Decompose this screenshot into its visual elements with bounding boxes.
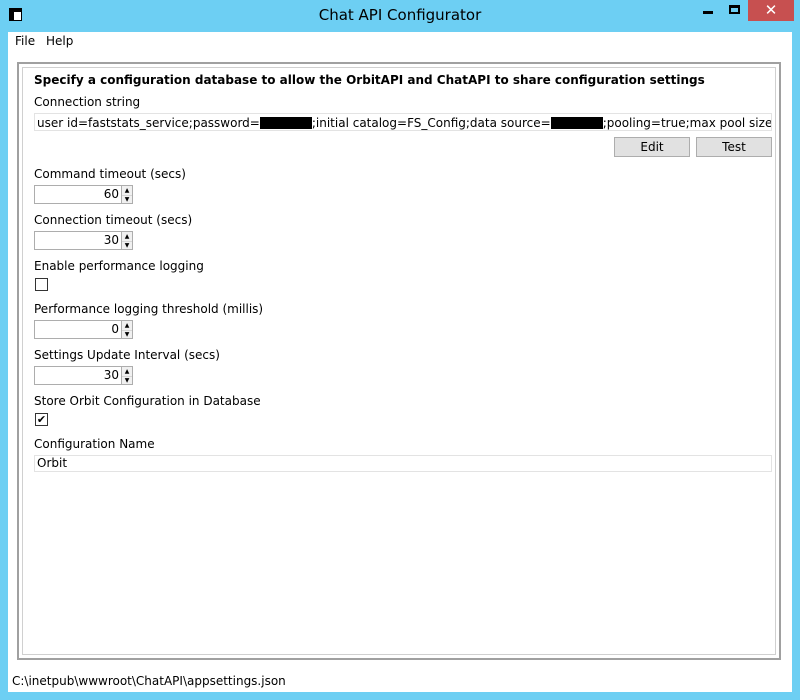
settings-interval-input[interactable]: 30	[34, 366, 122, 385]
config-name-label: Configuration Name	[34, 437, 155, 451]
command-timeout-stepper[interactable]: 60 ▲ ▼	[34, 185, 134, 204]
connection-timeout-label: Connection timeout (secs)	[34, 213, 193, 227]
menu-help[interactable]: Help	[46, 34, 73, 48]
perf-logging-checkbox[interactable]	[35, 278, 48, 291]
perf-logging-label: Enable performance logging	[34, 259, 204, 273]
minimize-button[interactable]	[695, 0, 722, 21]
spin-buttons: ▲ ▼	[122, 320, 133, 339]
redacted-data-source	[550, 117, 603, 129]
client-area: File Help Specify a configuration databa…	[8, 32, 792, 692]
menu-bar: File Help	[8, 32, 792, 52]
menu-file[interactable]: File	[15, 34, 35, 48]
panel-heading: Specify a configuration database to allo…	[34, 73, 705, 87]
perf-threshold-input[interactable]: 0	[34, 320, 122, 339]
settings-interval-stepper[interactable]: 30 ▲ ▼	[34, 366, 134, 385]
spin-buttons: ▲ ▼	[122, 231, 133, 250]
app-window: Chat API Configurator ✕ File Help Specif…	[0, 0, 800, 700]
perf-threshold-label: Performance logging threshold (millis)	[34, 302, 264, 316]
maximize-button[interactable]	[722, 0, 748, 21]
spin-down-icon[interactable]: ▼	[122, 241, 132, 250]
connection-string-label: Connection string	[34, 95, 141, 109]
minimize-icon	[703, 11, 713, 14]
store-config-checkbox[interactable]: ✔	[35, 413, 48, 426]
connection-timeout-input[interactable]: 30	[34, 231, 122, 250]
maximize-icon	[729, 5, 740, 14]
config-name-field[interactable]: Orbit	[34, 455, 772, 472]
connection-timeout-stepper[interactable]: 30 ▲ ▼	[34, 231, 134, 250]
checkmark-icon: ✔	[36, 413, 47, 426]
status-bar-path: C:\inetpub\wwwroot\ChatAPI\appsettings.j…	[12, 674, 286, 688]
connection-string-part: ;initial catalog=FS_Config;data source=	[311, 116, 551, 130]
connection-string-part: ;pooling=true;max pool size=10000;	[602, 116, 772, 130]
settings-interval-label: Settings Update Interval (secs)	[34, 348, 220, 362]
test-button[interactable]: Test	[696, 137, 772, 157]
spin-buttons: ▲ ▼	[122, 185, 133, 204]
spin-down-icon[interactable]: ▼	[122, 195, 132, 204]
spin-buttons: ▲ ▼	[122, 366, 133, 385]
edit-button[interactable]: Edit	[614, 137, 690, 157]
spin-down-icon[interactable]: ▼	[122, 330, 132, 339]
window-title: Chat API Configurator	[318, 6, 482, 24]
spin-down-icon[interactable]: ▼	[122, 376, 132, 385]
redacted-password	[259, 117, 312, 129]
close-icon: ✕	[764, 1, 778, 19]
title-bar[interactable]: Chat API Configurator ✕	[0, 0, 800, 32]
command-timeout-input[interactable]: 60	[34, 185, 122, 204]
connection-string-field[interactable]: user id=faststats_service;password= ;init…	[34, 113, 772, 131]
perf-threshold-stepper[interactable]: 0 ▲ ▼	[34, 320, 134, 339]
close-button[interactable]: ✕	[748, 0, 794, 21]
connection-string-part: user id=faststats_service;password=	[37, 116, 260, 130]
command-timeout-label: Command timeout (secs)	[34, 167, 186, 181]
store-config-label: Store Orbit Configuration in Database	[34, 394, 261, 408]
